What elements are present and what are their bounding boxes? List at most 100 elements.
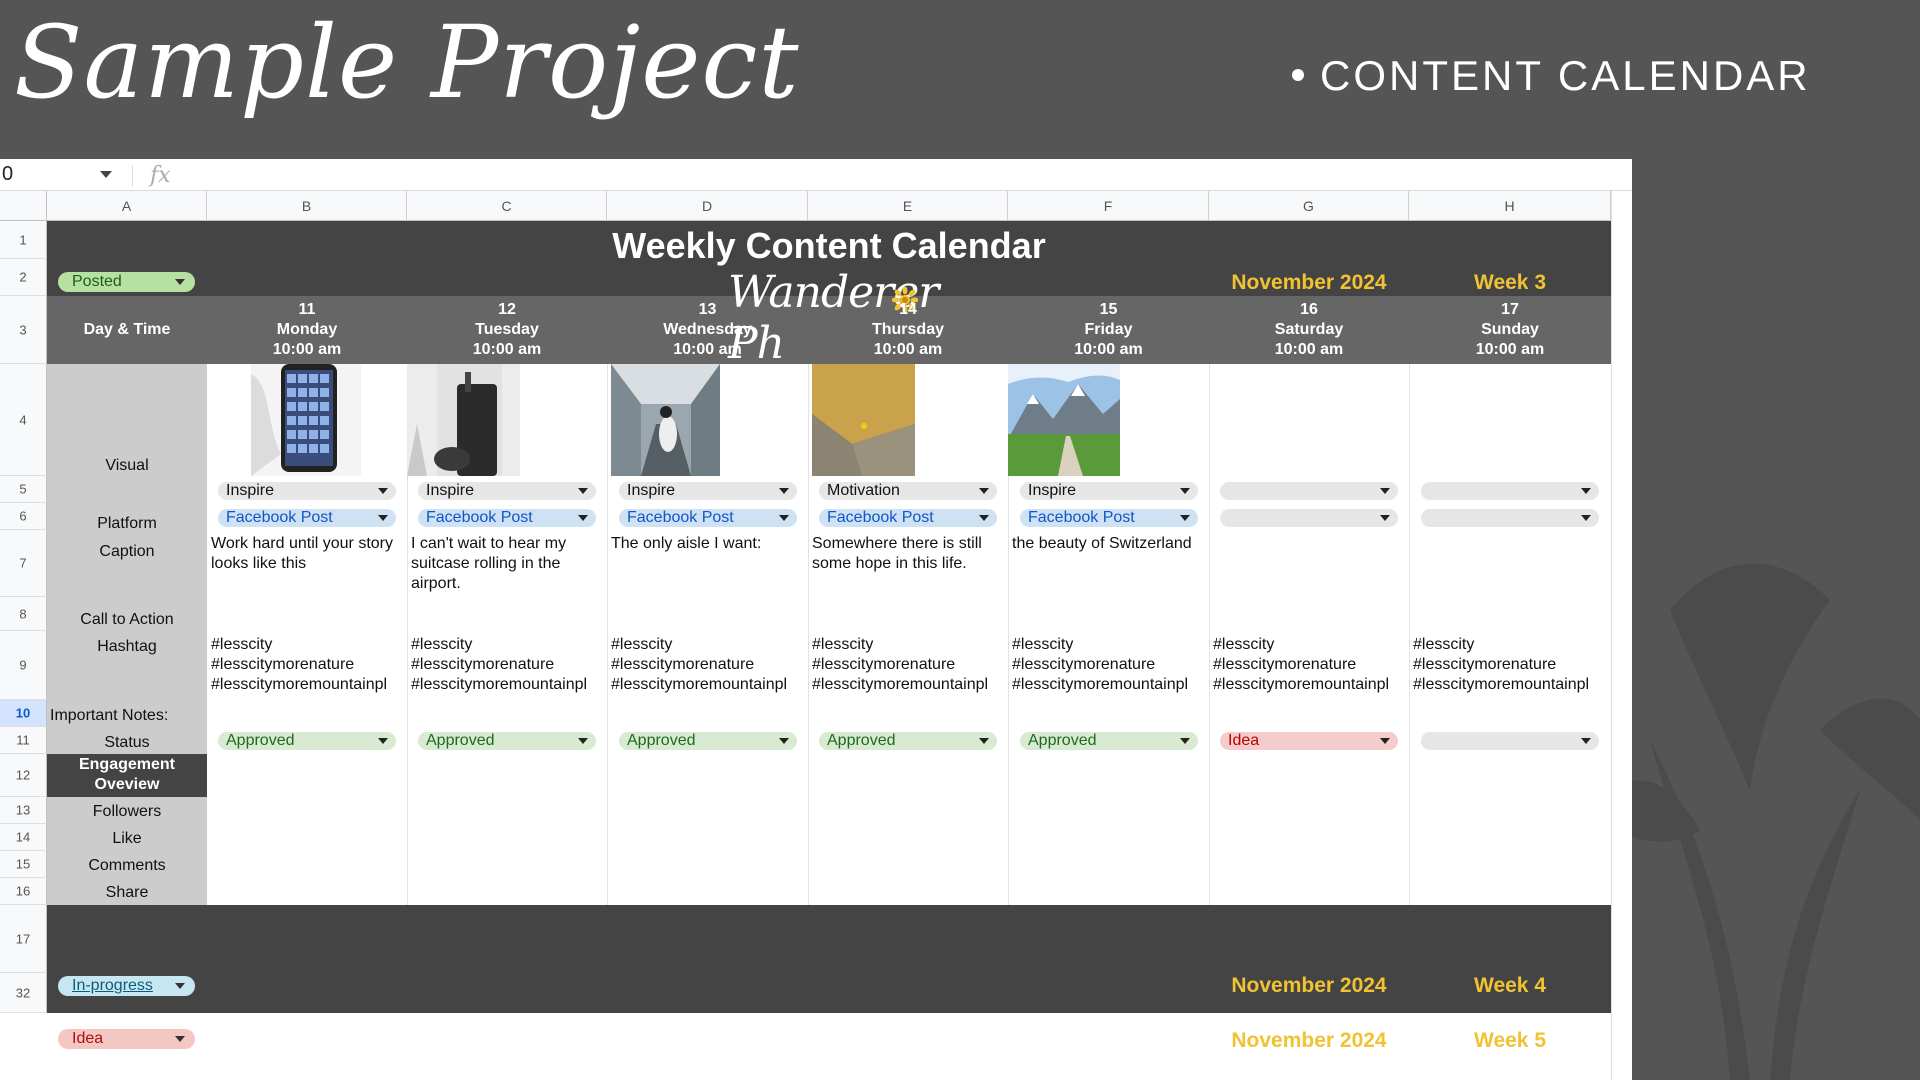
row-header-2[interactable]: 2 xyxy=(0,259,47,296)
status-dropdown[interactable]: Approved xyxy=(218,732,396,750)
row-header-4[interactable]: 4 xyxy=(0,364,47,476)
row-header-15[interactable]: 15 xyxy=(0,851,47,878)
caption-cell[interactable]: the beauty of Switzerland xyxy=(1012,534,1208,554)
column-header-f[interactable]: F xyxy=(1008,191,1209,221)
rock-flower-thumbnail[interactable] xyxy=(812,364,915,476)
chevron-down-icon xyxy=(578,515,588,521)
chevron-down-icon xyxy=(1180,515,1190,521)
content-type-dropdown[interactable]: Inspire xyxy=(418,482,596,500)
cta-label: Call to Action xyxy=(80,611,174,628)
content-type-dropdown[interactable]: Inspire xyxy=(1020,482,1198,500)
hashtag-cell[interactable]: #lesscity #lesscitymorenature #lesscitym… xyxy=(1213,635,1407,696)
row-header-32[interactable]: 32 xyxy=(0,973,47,1013)
comments-label: Comments xyxy=(88,857,166,874)
row-header-13[interactable]: 13 xyxy=(0,797,47,824)
chevron-down-icon[interactable] xyxy=(100,171,112,178)
status-dropdown[interactable] xyxy=(1421,732,1599,750)
platform-dropdown[interactable] xyxy=(1421,509,1599,527)
caption-cell[interactable]: I can't wait to hear my suitcase rolling… xyxy=(411,534,605,594)
column-header-c[interactable]: C xyxy=(407,191,607,221)
week-status-dropdown[interactable]: In-progress xyxy=(58,976,195,996)
status-dropdown[interactable]: Approved xyxy=(418,732,596,750)
row-header-5[interactable]: 5 xyxy=(0,476,47,503)
day-time-label: Day & Time xyxy=(83,321,171,338)
row-header-11[interactable]: 11 xyxy=(0,727,47,754)
caption-label: Caption xyxy=(99,543,155,560)
status-dropdown[interactable]: Approved xyxy=(1020,732,1198,750)
content-type-dropdown[interactable]: Motivation xyxy=(819,482,997,500)
hashtag-cell[interactable]: #lesscity #lesscitymorenature #lesscitym… xyxy=(812,635,1006,696)
row-header-10[interactable]: 10 xyxy=(0,700,47,727)
row-header-16[interactable]: 16 xyxy=(0,878,47,905)
column-header-b[interactable]: B xyxy=(207,191,407,221)
chevron-down-icon xyxy=(1180,488,1190,494)
vertical-scrollbar[interactable] xyxy=(1611,191,1632,1080)
hashtag-cell[interactable]: #lesscity #lesscitymorenature #lesscitym… xyxy=(411,635,605,696)
status-dropdown[interactable]: Approved xyxy=(619,732,797,750)
platform-value: Facebook Post xyxy=(827,509,934,526)
suitcase-photo-thumbnail[interactable] xyxy=(407,364,520,476)
hashtag-cell[interactable]: #lesscity #lesscitymorenature #lesscitym… xyxy=(1413,635,1607,696)
row-header-8[interactable]: 8 xyxy=(0,597,47,631)
caption-cell[interactable]: Work hard until your story looks like th… xyxy=(211,534,405,574)
day-header: 16 Saturday 10:00 am xyxy=(1274,301,1344,358)
column-header-h[interactable]: H xyxy=(1409,191,1611,221)
slide-subtitle-text: CONTENT CALENDAR xyxy=(1320,52,1811,99)
calendar-title: Weekly Content Calendar xyxy=(612,225,1046,266)
row-header-7[interactable]: 7 xyxy=(0,530,47,597)
row-header-6[interactable]: 6 xyxy=(0,503,47,530)
divider xyxy=(1209,364,1210,905)
status-dropdown[interactable]: Idea xyxy=(1220,732,1398,750)
week-label: Week 4 xyxy=(1474,974,1546,997)
platform-dropdown[interactable] xyxy=(1220,509,1398,527)
caption-cell[interactable]: Somewhere there is still some hope in th… xyxy=(812,534,1006,574)
platform-dropdown[interactable]: Facebook Post xyxy=(1020,509,1198,527)
name-box[interactable]: 0 xyxy=(0,159,130,191)
status-value: Approved xyxy=(1028,732,1097,749)
row-header-1[interactable]: 1 xyxy=(0,221,47,259)
mountain-valley-thumbnail[interactable] xyxy=(1008,364,1120,476)
engagement-label: Engagement Oveview xyxy=(78,756,175,793)
month-label: November 2024 xyxy=(1231,271,1387,294)
column-header-a[interactable]: A xyxy=(47,191,207,221)
followers-label: Followers xyxy=(92,803,162,820)
platform-value: Facebook Post xyxy=(426,509,533,526)
chevron-down-icon xyxy=(979,515,989,521)
content-type-dropdown[interactable]: Inspire xyxy=(218,482,396,500)
column-header-e[interactable]: E xyxy=(808,191,1008,221)
airplane-aisle-thumbnail[interactable] xyxy=(611,364,720,476)
week-status-dropdown[interactable]: Idea xyxy=(58,1029,195,1049)
name-box-value: 0 xyxy=(2,163,14,185)
row-header-12[interactable]: 12 xyxy=(0,754,47,797)
chevron-down-icon xyxy=(979,738,989,744)
hashtag-cell[interactable]: #lesscity #lesscitymorenature #lesscitym… xyxy=(611,635,805,696)
chevron-down-icon xyxy=(779,515,789,521)
row-header-9[interactable]: 9 xyxy=(0,631,47,700)
day-header: 11 Monday 10:00 am xyxy=(272,301,342,358)
divider xyxy=(808,364,809,905)
row-header-3[interactable]: 3 xyxy=(0,296,47,364)
column-header-g[interactable]: G xyxy=(1209,191,1409,221)
content-type-value: Inspire xyxy=(226,482,275,499)
content-type-dropdown[interactable] xyxy=(1421,482,1599,500)
platform-value: Facebook Post xyxy=(627,509,734,526)
platform-dropdown[interactable]: Facebook Post xyxy=(819,509,997,527)
row-header-17[interactable]: 17 xyxy=(0,905,47,973)
select-all-corner[interactable] xyxy=(0,191,47,221)
week-status-dropdown[interactable]: Posted xyxy=(58,272,195,292)
status-dropdown[interactable]: Approved xyxy=(819,732,997,750)
content-type-dropdown[interactable]: Inspire xyxy=(619,482,797,500)
platform-dropdown[interactable]: Facebook Post xyxy=(418,509,596,527)
hashtag-cell[interactable]: #lesscity #lesscitymorenature #lesscitym… xyxy=(211,635,405,696)
row-header-14[interactable]: 14 xyxy=(0,824,47,851)
column-header-d[interactable]: D xyxy=(607,191,808,221)
formula-bar: 0 fx xyxy=(0,159,1632,191)
platform-dropdown[interactable]: Facebook Post xyxy=(619,509,797,527)
hashtag-cell[interactable]: #lesscity #lesscitymorenature #lesscitym… xyxy=(1012,635,1206,696)
platform-dropdown[interactable]: Facebook Post xyxy=(218,509,396,527)
month-label: November 2024 xyxy=(1231,974,1387,997)
phone-photo-thumbnail[interactable] xyxy=(251,364,361,476)
caption-cell[interactable]: The only aisle I want: xyxy=(611,534,805,554)
content-type-value: Inspire xyxy=(1028,482,1077,499)
content-type-dropdown[interactable] xyxy=(1220,482,1398,500)
